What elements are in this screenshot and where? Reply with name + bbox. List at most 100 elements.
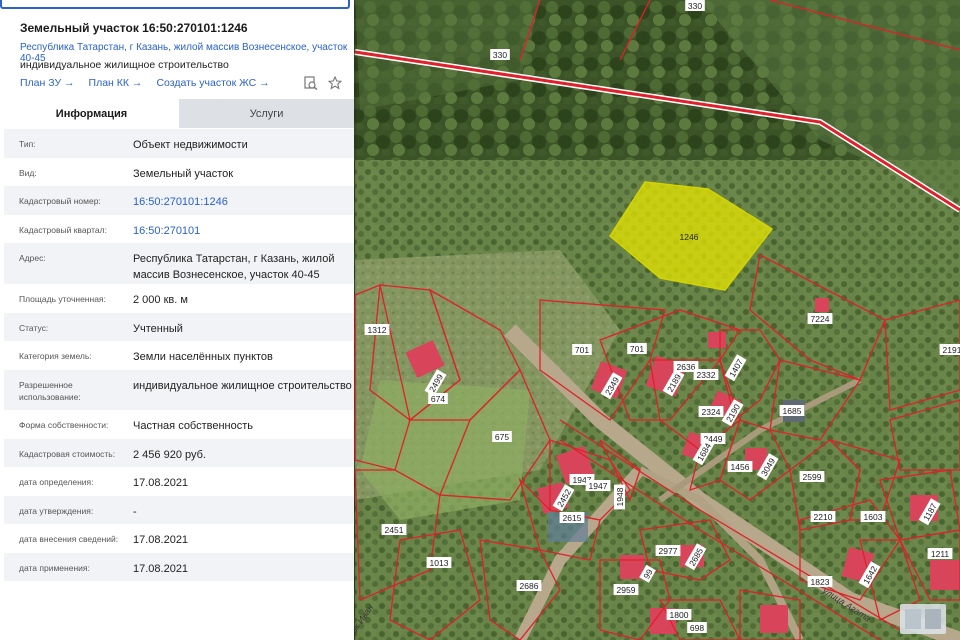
attribute-value: 17.08.2021 (133, 534, 189, 546)
attribute-value: 2 000 кв. м (133, 294, 188, 306)
attribute-value: Республика Татарстан, г Казань, жилой ма… (133, 253, 335, 281)
plot-label: 330 (490, 49, 510, 60)
attribute-value: Объект недвижимости (133, 139, 248, 151)
attribute-value-link[interactable]: 16:50:270101 (133, 215, 354, 239)
svg-text:1603: 1603 (864, 512, 883, 522)
svg-text:2324: 2324 (702, 407, 721, 417)
svg-text:2615: 2615 (563, 513, 582, 523)
attribute-value: Частная собственность (133, 420, 254, 432)
attribute-value: 17.08.2021 (133, 477, 189, 489)
plot-label: 2191 (939, 344, 960, 355)
svg-text:330: 330 (688, 1, 702, 11)
attribute-label: Кадастровый квартал: (19, 225, 107, 235)
attribute-value: - (133, 506, 137, 518)
svg-text:2332: 2332 (697, 370, 716, 380)
attribute-value-link[interactable]: 16:50:270101:1246 (133, 186, 354, 210)
attribute-row: Вид: Земельный участок (4, 158, 354, 186)
attribute-label: Разрешенное использование: (19, 380, 81, 402)
attribute-label: дата внесения сведений: (19, 534, 119, 544)
info-panel: Земельный участок 16:50:270101:1246 Респ… (0, 0, 354, 640)
selected-plot-label: 1246 (680, 232, 699, 242)
plot-label: 1013 (426, 557, 452, 568)
svg-text:1312: 1312 (368, 325, 387, 335)
attribute-label: дата применения: (19, 563, 90, 573)
attribute-row: дата применения: 17.08.2021 (4, 553, 354, 581)
plot-label: 2959 (613, 584, 639, 595)
plot-label: 1211 (927, 548, 953, 559)
link-create-plot[interactable]: Создать участок ЖС → (156, 77, 269, 89)
svg-text:2686: 2686 (520, 581, 539, 591)
attribute-label: Адрес: (19, 253, 46, 263)
svg-text:1800: 1800 (670, 610, 689, 620)
plot-label: 2615 (559, 512, 585, 523)
plot-label: 2210 (810, 511, 836, 522)
svg-text:701: 701 (575, 345, 589, 355)
plot-label: 1603 (860, 511, 886, 522)
attribute-row: Статус: Учтенный (4, 313, 354, 341)
tab-services[interactable]: Услуги (179, 99, 354, 128)
svg-text:674: 674 (431, 394, 445, 404)
attribute-row: дата утверждения: - (4, 496, 354, 524)
attribute-row: дата определения: 17.08.2021 (4, 467, 354, 496)
plot-label: 2332 (693, 369, 719, 380)
attribute-label: Вид: (19, 168, 37, 178)
plot-label: 1823 (807, 576, 833, 587)
svg-text:1947: 1947 (589, 481, 608, 491)
attribute-label: Кадастровая стоимость: (19, 449, 116, 459)
attribute-label: Площадь уточненная: (19, 294, 106, 304)
attribute-row: дата внесения сведений: 17.08.2021 (4, 524, 354, 553)
attribute-row: Площадь уточненная: 2 000 кв. м (4, 284, 354, 313)
object-purpose: индивидуальное жилищное строительство (20, 59, 229, 71)
attribute-row: Кадастровая стоимость: 2 456 920 руб. (4, 439, 354, 467)
attribute-value: индивидуальное жилищное строительство (133, 380, 352, 392)
svg-text:7224: 7224 (811, 314, 830, 324)
link-plan-kk[interactable]: План КК → (89, 77, 143, 89)
panel-tabs: Информация Услуги (4, 99, 354, 128)
attribute-row: Адрес: Республика Татарстан, г Казань, жи… (4, 243, 354, 284)
attribute-label: Кадастровый номер: (19, 196, 101, 206)
svg-text:1456: 1456 (731, 462, 750, 472)
attribute-value: Земельный участок (133, 168, 234, 180)
panel-footer (4, 590, 354, 640)
tab-info[interactable]: Информация (4, 99, 179, 128)
star-icon[interactable] (328, 76, 342, 90)
plot-label: 2451 (381, 524, 407, 535)
action-links: План ЗУ → План КК → Создать участок ЖС → (20, 77, 270, 89)
plot-label: 2599 (799, 471, 825, 482)
plot-label: 701 (627, 343, 647, 354)
plot-label: 1312 (364, 324, 390, 335)
svg-text:698: 698 (690, 623, 704, 633)
plot-label: 2977 (655, 545, 681, 556)
svg-text:1211: 1211 (931, 549, 950, 559)
link-plan-zu[interactable]: План ЗУ → (20, 77, 75, 89)
attribute-value: Учтенный (133, 323, 183, 335)
svg-text:2636: 2636 (677, 362, 696, 372)
svg-text:675: 675 (495, 432, 509, 442)
attribute-row: Кадастровый квартал: 16:50:270101 (4, 215, 354, 243)
plot-label: 1800 (666, 609, 692, 620)
svg-text:701: 701 (630, 344, 644, 354)
attribute-row: Кадастровый номер: 16:50:270101:1246 (4, 186, 354, 215)
svg-text:2451: 2451 (385, 525, 404, 535)
object-title: Земельный участок 16:50:270101:1246 (20, 21, 248, 35)
plot-label: 1685 (779, 405, 805, 416)
map-scale-widget[interactable] (900, 604, 946, 634)
plot-label: 674 (428, 393, 448, 404)
plot-label: 1947 (585, 480, 611, 491)
svg-text:1013: 1013 (430, 558, 449, 568)
plot-label: 1456 (727, 461, 753, 472)
attribute-row: Категория земель: Земли населённых пункто… (4, 341, 354, 370)
plot-label: 2324 (698, 406, 724, 417)
attribute-label: Статус: (19, 323, 49, 333)
search-document-icon[interactable] (304, 76, 318, 90)
plot-label: 698 (687, 622, 707, 633)
attribute-label: Категория земель: (19, 351, 92, 361)
attribute-row: Тип: Объект недвижимости (4, 129, 354, 158)
svg-text:2977: 2977 (659, 546, 678, 556)
attribute-label: Форма собственности: (19, 420, 109, 430)
attribute-label: дата определения: (19, 477, 94, 487)
attribute-label: дата утверждения: (19, 506, 94, 516)
panel-icons (304, 76, 342, 90)
search-input[interactable] (0, 0, 350, 9)
plot-label: 2686 (516, 580, 542, 591)
